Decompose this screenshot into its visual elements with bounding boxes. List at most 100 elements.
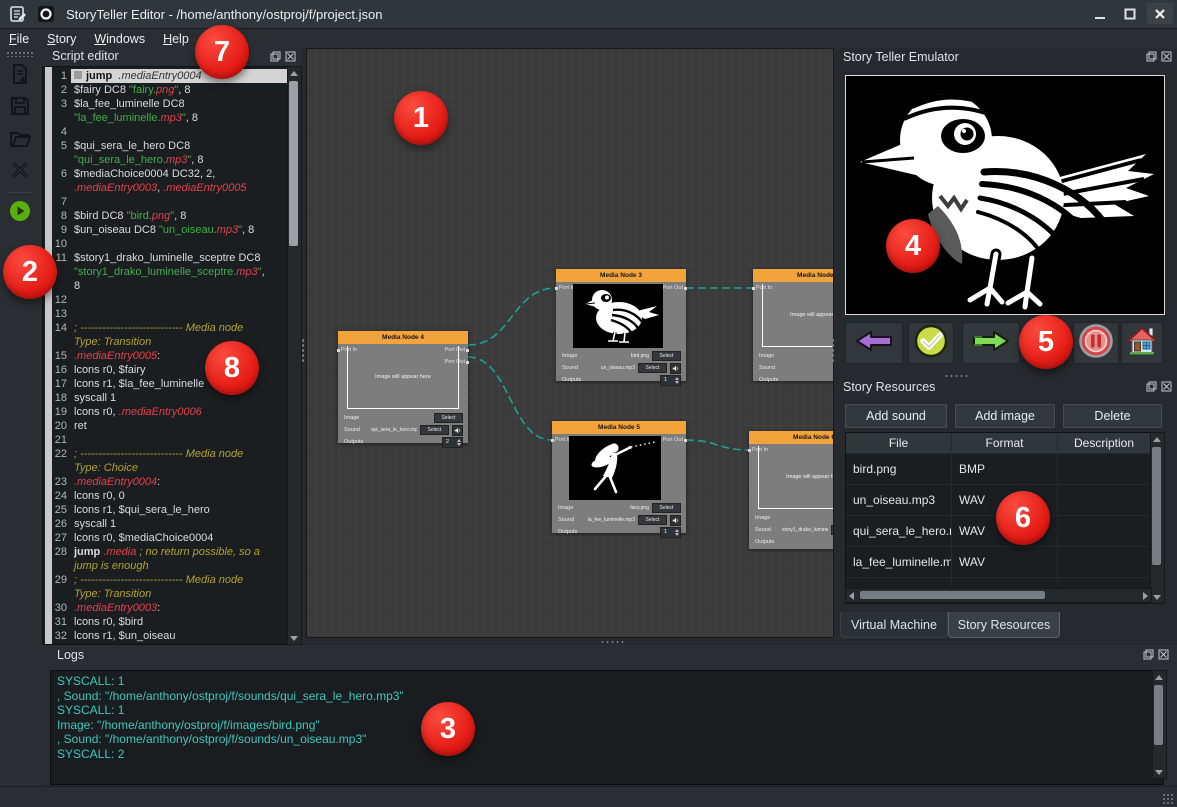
close-panel-icon[interactable] [1161,381,1172,392]
table-row[interactable]: fairy.pngBMP [846,578,1151,586]
splitter-canvas-logs[interactable] [600,640,626,644]
port-in-dot[interactable] [337,349,340,352]
port-in-dot[interactable] [748,449,751,452]
pause-button[interactable] [1073,322,1119,364]
code-line[interactable]: 19lcons r0, .mediaEntry0006 [43,405,288,419]
next-button[interactable] [962,322,1020,364]
menu-story[interactable]: Story [38,31,85,47]
scroll-up-icon[interactable] [1153,671,1164,683]
code-line[interactable]: 9$un_oiseau DC8 "un_oiseau.mp3", 8 [43,223,288,237]
media-node[interactable]: Media Node 5Port InPort OutImagefairy.pn… [552,421,686,533]
table-scroll-thumb[interactable] [1152,447,1161,565]
ok-button[interactable] [908,322,954,364]
close-panel-icon[interactable] [1158,649,1169,660]
log-output[interactable]: SYSCALL: 1 , Sound: "/home/anthony/ostpr… [50,670,1164,785]
code-line[interactable]: 18syscall 1 [43,391,288,405]
code-line[interactable]: 32lcons r1, $un_oiseau [43,629,288,643]
menu-windows[interactable]: Windows [85,31,154,47]
code-line[interactable]: .mediaEntry0003, .mediaEntry0005 [43,181,288,195]
dock-tab-story-resources[interactable]: Story Resources [948,612,1060,638]
node-title[interactable]: Media Node 6 [749,431,834,444]
code-line[interactable]: 6$mediaChoice0004 DC32, 2, [43,167,288,181]
code-line[interactable]: 5$qui_sera_le_hero DC8 [43,139,288,153]
code-line[interactable]: 23.mediaEntry0004: [43,475,288,489]
table-row[interactable]: la_fee_luminelle.mp3WAV [846,547,1151,578]
media-node[interactable]: Media Node 6Port InPort OutImage will ap… [749,431,834,549]
code-line[interactable]: Type: Transition [43,335,288,349]
column-header-description[interactable]: Description [1058,433,1151,453]
toolbar-drag-handle[interactable] [6,51,34,57]
code-line[interactable]: Type: Choice [43,461,288,475]
code-line[interactable]: "qui_sera_le_hero.mp3", 8 [43,153,288,167]
port-in-dot[interactable] [752,287,755,290]
new-file-button[interactable] [0,60,40,92]
scroll-left-icon[interactable] [846,590,857,602]
float-panel-icon[interactable] [1143,649,1154,660]
editor-scroll-thumb[interactable] [289,81,298,246]
code-line[interactable]: 27lcons r0, $mediaChoice0004 [43,531,288,545]
close-project-button[interactable] [0,156,40,188]
splitter-script-canvas[interactable] [301,338,305,364]
node-title[interactable]: Media Node 2 [753,269,834,282]
speaker-icon[interactable] [670,363,681,374]
story-node-canvas[interactable]: Media Node 4Port InPort OutPort OutImage… [306,48,834,638]
close-panel-icon[interactable] [1161,51,1172,62]
menu-file[interactable]: File [0,31,38,47]
select-sound-button[interactable]: Select [638,363,667,373]
code-line[interactable]: "la_fee_luminelle.mp3", 8 [43,111,288,125]
select-image-button[interactable]: Select [652,351,681,361]
code-line[interactable]: 24lcons r0, 0 [43,489,288,503]
code-line[interactable]: Type: Transition [43,587,288,601]
column-header-file[interactable]: File [846,433,952,453]
select-sound-button[interactable]: Select [638,515,667,525]
code-line[interactable]: 13 [43,307,288,321]
open-button[interactable] [0,124,40,156]
scroll-down-icon[interactable] [1151,591,1162,603]
logs-scroll-thumb[interactable] [1154,685,1163,745]
menu-help[interactable]: Help [154,31,198,47]
media-node[interactable]: Media Node 2Port InPort OutImage will ap… [753,269,834,381]
add-image-button[interactable]: Add image [955,404,1055,428]
speaker-icon[interactable] [452,425,463,436]
title-bar[interactable]: StoryTeller Editor - /home/anthony/ostpr… [0,0,1177,29]
code-line[interactable]: 22; ---------------------------- Media n… [43,447,288,461]
port-in-dot[interactable] [551,439,554,442]
code-line[interactable]: 12 [43,293,288,307]
code-line[interactable]: 20ret [43,419,288,433]
code-line[interactable]: "story1_drako_luminelle_sceptre.mp3", [43,265,288,279]
code-line[interactable]: 8 [43,279,288,293]
select-image-button[interactable]: Select [652,503,681,513]
save-button[interactable] [0,92,40,124]
resize-grip[interactable] [1162,793,1174,805]
scroll-up-icon[interactable] [288,67,299,79]
code-line[interactable]: 14; ---------------------------- Media n… [43,321,288,335]
scroll-up-icon[interactable] [1151,433,1162,445]
code-line[interactable]: 10 [43,237,288,251]
code-line[interactable]: 28jump .media ; no return possible, so a [43,545,288,559]
code-line[interactable]: 30.mediaEntry0003: [43,601,288,615]
table-row[interactable]: bird.pngBMP [846,454,1151,485]
splitter-emulator-resources[interactable] [944,374,970,378]
home-button[interactable] [1121,322,1163,364]
code-line[interactable]: 2$fairy DC8 "fairy.png", 8 [43,83,288,97]
port-out-label[interactable]: Port Out [663,285,683,291]
port-out-dot[interactable] [466,349,469,352]
node-title[interactable]: Media Node 5 [552,421,686,434]
float-panel-icon[interactable] [1146,51,1157,62]
code-line[interactable]: 3$la_fee_luminelle DC8 [43,97,288,111]
code-line[interactable]: 1jump .mediaEntry0004 [43,69,288,83]
node-title[interactable]: Media Node 3 [556,269,686,282]
port-out-label[interactable]: Port Out [663,437,683,443]
code-line[interactable]: 11$story1_drako_luminelle_sceptre DC8 [43,251,288,265]
add-sound-button[interactable]: Add sound [845,404,947,428]
port-out-dot[interactable] [684,287,687,290]
code-line[interactable]: 21 [43,433,288,447]
code-line[interactable]: 31lcons r0, $bird [43,615,288,629]
maximize-button[interactable] [1117,3,1143,24]
port-out-dot[interactable] [684,439,687,442]
column-header-format[interactable]: Format [952,433,1058,453]
outputs-spinbox[interactable]: 1 [660,375,681,386]
media-node[interactable]: Media Node 3Port InPort OutImagebird.png… [556,269,686,381]
node-title[interactable]: Media Node 4 [338,331,468,344]
speaker-icon[interactable] [670,515,681,526]
